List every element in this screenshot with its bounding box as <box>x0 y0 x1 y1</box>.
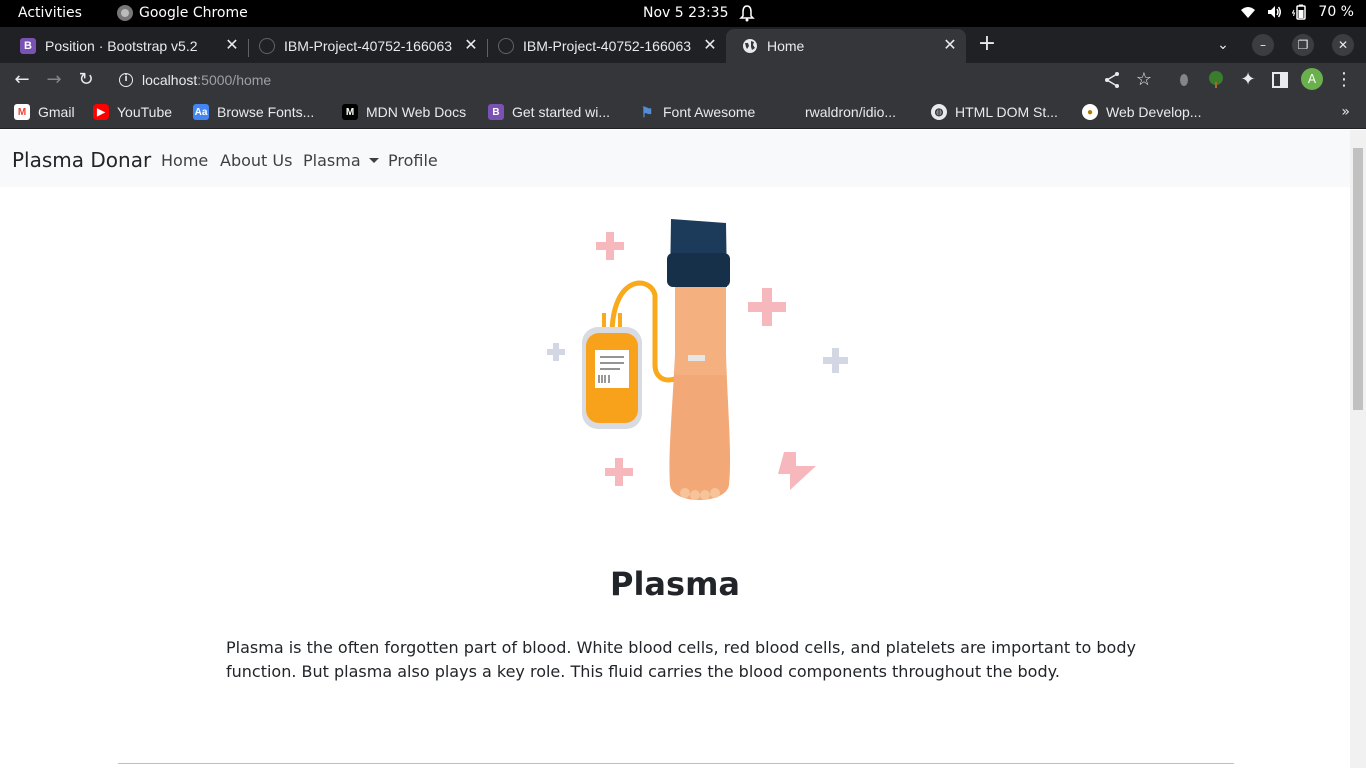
volume-icon <box>1268 6 1282 18</box>
bookmark-mdn[interactable]: M MDN Web Docs <box>342 104 466 120</box>
bookmark-label: Font Awesome <box>663 104 756 120</box>
bootstrap-icon: B <box>488 104 504 120</box>
web-dev-icon: ● <box>1082 104 1098 120</box>
bookmark-html-dom[interactable]: ◍ HTML DOM St... <box>931 104 1058 120</box>
restore-button[interactable]: ❐ <box>1292 34 1314 56</box>
nav-link-profile[interactable]: Profile <box>388 151 438 170</box>
forward-arrow-icon[interactable]: → <box>42 68 66 92</box>
url-host: localhost <box>142 72 198 88</box>
navbar-brand[interactable]: Plasma Donar <box>12 148 151 172</box>
google-fonts-icon: Aa <box>193 104 209 120</box>
nav-link-home[interactable]: Home <box>161 151 208 170</box>
page-scrollbar[interactable] <box>1350 130 1366 768</box>
nav-dropdown-plasma[interactable]: Plasma <box>303 151 379 170</box>
bookmark-bootstrap[interactable]: B Get started wi... <box>488 104 610 120</box>
github-icon <box>781 104 797 120</box>
tab-home[interactable]: Home ✕ <box>726 29 966 63</box>
bell-icon <box>739 5 755 22</box>
tab-search-icon[interactable]: ⌄ <box>1212 34 1234 56</box>
page-viewport: Plasma Donar Home About Us Plasma Profil… <box>0 130 1366 768</box>
browser-toolbar: ← → ↻ i localhost:5000/home ☆ ✦ ⋮ <box>0 63 1366 97</box>
close-window-button[interactable]: ✕ <box>1332 34 1354 56</box>
loading-icon <box>259 38 275 54</box>
back-arrow-icon[interactable]: ← <box>10 68 34 92</box>
tab-label: IBM-Project-40752-166063 <box>284 38 453 54</box>
mdn-icon: M <box>342 104 358 120</box>
activities-button[interactable]: Activities <box>18 5 82 21</box>
site-info-icon[interactable]: i <box>119 73 133 87</box>
bookmark-label: MDN Web Docs <box>366 104 467 120</box>
clock[interactable]: Nov 5 23:35 <box>643 5 728 21</box>
app-name: Google Chrome <box>139 5 248 21</box>
close-tab-icon[interactable]: ✕ <box>463 38 479 54</box>
flag-icon: ⚑ <box>640 103 654 120</box>
extensions-puzzle-icon[interactable]: ✦ <box>1236 68 1260 92</box>
bookmark-label: Web Develop... <box>1106 104 1202 120</box>
extension-icon[interactable] <box>1172 68 1196 92</box>
close-tab-icon[interactable]: ✕ <box>224 38 240 54</box>
tab-ibm-project-1[interactable]: IBM-Project-40752-166063 ✕ <box>243 29 487 63</box>
app-menu[interactable]: Google Chrome <box>117 5 248 21</box>
more-bookmarks-icon[interactable]: » <box>1341 104 1350 120</box>
menu-kebab-icon[interactable]: ⋮ <box>1332 68 1356 92</box>
battery-icon <box>1292 4 1307 20</box>
bookmark-youtube[interactable]: ▶ YouTube <box>93 104 172 120</box>
bookmark-web-dev[interactable]: ● Web Develop... <box>1082 104 1201 120</box>
minimize-button[interactable]: – <box>1252 34 1274 56</box>
close-tab-icon[interactable]: ✕ <box>942 38 958 54</box>
battery-percent: 70 % <box>1318 4 1354 20</box>
bookmark-label: Browse Fonts... <box>217 104 315 120</box>
youtube-icon: ▶ <box>93 104 109 120</box>
globe-icon: ◍ <box>931 104 947 120</box>
url-path: :5000/home <box>197 72 272 88</box>
url-text[interactable]: localhost:5000/home <box>142 72 271 88</box>
bookmarks-bar: M Gmail ▶ YouTube Aa Browse Fonts... M M… <box>0 97 1366 129</box>
tab-bootstrap-position[interactable]: B Position · Bootstrap v5.2 ✕ <box>4 29 248 63</box>
tree-extension-icon[interactable] <box>1204 68 1228 92</box>
side-panel-icon[interactable] <box>1268 68 1292 92</box>
network-icon <box>1241 7 1256 18</box>
gmail-icon: M <box>14 104 30 120</box>
intro-paragraph: Plasma is the often forgotten part of bl… <box>226 638 1136 681</box>
system-top-bar: Activities Google Chrome Nov 5 23:35 70 … <box>0 0 1366 27</box>
section-divider <box>118 763 1234 764</box>
new-tab-button[interactable]: + <box>976 33 998 56</box>
chrome-icon <box>117 5 133 21</box>
reload-icon[interactable]: ↻ <box>74 68 98 92</box>
tab-label: Position · Bootstrap v5.2 <box>45 38 198 54</box>
bookmark-star-icon[interactable]: ☆ <box>1132 68 1156 92</box>
tab-label: Home <box>767 38 805 54</box>
share-icon[interactable] <box>1100 68 1124 92</box>
tab-strip: B Position · Bootstrap v5.2 ✕ IBM-Projec… <box>0 27 1366 63</box>
scrollbar-thumb[interactable] <box>1353 148 1363 410</box>
site-navbar: Plasma Donar Home About Us Plasma Profil… <box>0 130 1350 187</box>
bootstrap-icon: B <box>20 38 36 54</box>
bookmark-label: YouTube <box>117 104 173 120</box>
profile-avatar[interactable]: A <box>1301 68 1323 90</box>
close-tab-icon[interactable]: ✕ <box>702 38 718 54</box>
bookmark-label: HTML DOM St... <box>955 104 1058 120</box>
tab-label: IBM-Project-40752-166063 <box>523 38 692 54</box>
bookmark-label: rwaldron/idio... <box>805 104 897 120</box>
plasma-donation-illustration <box>547 219 848 500</box>
tab-ibm-project-2[interactable]: IBM-Project-40752-166063 ✕ <box>482 29 726 63</box>
bookmark-font-awesome[interactable]: ⚑ Font Awesome <box>639 103 756 121</box>
nav-dropdown-label: Plasma <box>303 151 361 170</box>
bookmark-gmail[interactable]: M Gmail <box>14 104 75 120</box>
bookmark-github[interactable]: rwaldron/idio... <box>781 104 896 120</box>
bookmark-label: Gmail <box>38 104 75 120</box>
bookmark-label: Get started wi... <box>512 104 611 120</box>
globe-icon <box>743 39 757 53</box>
caret-down-icon <box>368 158 379 163</box>
loading-icon <box>498 38 514 54</box>
system-tray[interactable]: 70 % <box>1240 4 1354 20</box>
page-title: Plasma <box>610 565 740 603</box>
nav-link-about-us[interactable]: About Us <box>220 151 292 170</box>
address-bar[interactable]: i localhost:5000/home <box>108 65 1138 95</box>
bookmark-google-fonts[interactable]: Aa Browse Fonts... <box>193 104 314 120</box>
